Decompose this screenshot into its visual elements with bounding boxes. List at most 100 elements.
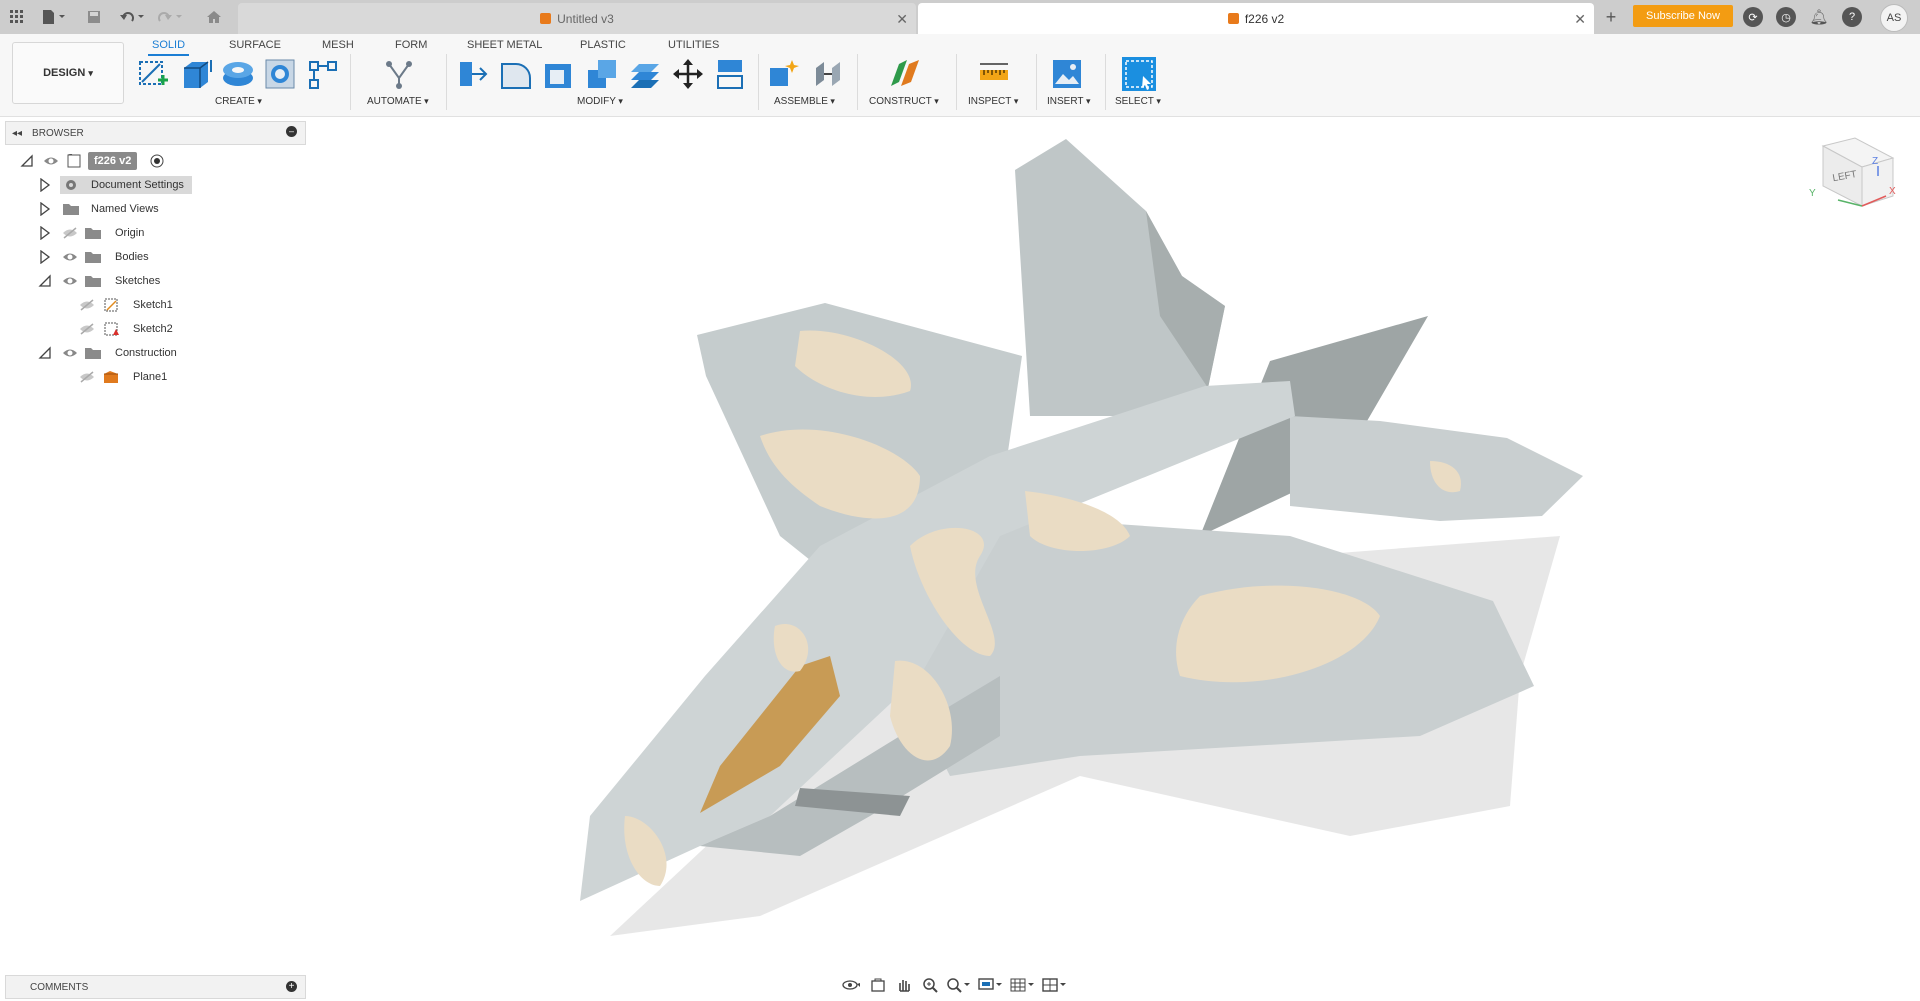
job-status-icon[interactable]: ◷ xyxy=(1776,7,1796,27)
document-tab-f226[interactable]: f226 v2 ✕ xyxy=(918,3,1594,34)
automate-menu[interactable]: AUTOMATE xyxy=(367,96,429,107)
pan-hand-icon[interactable] xyxy=(892,975,916,995)
save-icon[interactable] xyxy=(84,7,104,27)
combine-icon[interactable] xyxy=(584,56,620,92)
tree-node-plane1[interactable]: Plane1 xyxy=(76,367,276,387)
tab-solid[interactable]: SOLID xyxy=(148,36,190,56)
workspace-switcher[interactable]: DESIGN ▾ xyxy=(12,42,124,104)
tab-surface[interactable]: SURFACE xyxy=(225,36,285,54)
minimize-panel-icon[interactable]: – xyxy=(286,126,297,137)
collapse-panel-icon[interactable]: ◂◂ xyxy=(12,128,22,139)
display-settings-icon[interactable] xyxy=(976,975,1006,995)
measure-icon[interactable] xyxy=(976,56,1012,92)
tree-node-named-views[interactable]: Named Views xyxy=(38,199,238,219)
tree-node-origin[interactable]: Origin xyxy=(38,223,238,243)
visibility-eye-icon[interactable] xyxy=(62,275,78,287)
hole-icon[interactable] xyxy=(262,56,298,92)
move-icon[interactable] xyxy=(670,56,706,92)
tree-label: Bodies xyxy=(115,251,149,263)
hidden-eye-icon[interactable] xyxy=(79,299,95,311)
rectangular-pattern-icon[interactable] xyxy=(306,56,342,92)
joint-icon[interactable] xyxy=(810,56,846,92)
close-tab-icon[interactable]: ✕ xyxy=(1574,11,1586,28)
tab-utilities[interactable]: UTILITIES xyxy=(664,36,723,54)
collapse-arrow-icon[interactable] xyxy=(38,346,52,360)
look-at-icon[interactable] xyxy=(866,975,890,995)
fillet-icon[interactable] xyxy=(498,56,534,92)
subscribe-button[interactable]: Subscribe Now xyxy=(1633,5,1733,27)
notifications-icon[interactable]: 🔔︎ xyxy=(1809,7,1829,27)
tree-node-document-settings[interactable]: Document Settings xyxy=(38,175,238,195)
new-component-icon[interactable] xyxy=(766,56,802,92)
select-icon[interactable] xyxy=(1121,56,1157,92)
tab-plastic[interactable]: PLASTIC xyxy=(576,36,630,54)
canvas-viewport[interactable]: LEFT Y X Z xyxy=(0,116,1920,972)
tab-label: Untitled v3 xyxy=(557,11,614,26)
revolve-icon[interactable] xyxy=(220,56,256,92)
hidden-eye-icon[interactable] xyxy=(79,323,95,335)
browser-panel-header[interactable]: ◂◂ BROWSER – xyxy=(5,121,306,145)
assemble-menu[interactable]: ASSEMBLE xyxy=(774,96,835,107)
create-menu[interactable]: CREATE xyxy=(215,96,262,107)
browser-title: BROWSER xyxy=(32,127,84,139)
new-tab-icon[interactable]: + xyxy=(1600,7,1622,27)
close-tab-icon[interactable]: ✕ xyxy=(896,11,908,28)
separator xyxy=(446,54,447,110)
view-cube[interactable]: LEFT Y X Z xyxy=(1809,137,1896,207)
hidden-eye-icon[interactable] xyxy=(62,227,78,239)
extrude-icon[interactable] xyxy=(178,56,214,92)
user-avatar[interactable]: AS xyxy=(1880,4,1908,32)
expand-arrow-icon[interactable] xyxy=(38,178,52,192)
offset-plane-icon[interactable] xyxy=(887,56,923,92)
tree-node-sketches[interactable]: Sketches xyxy=(38,271,238,291)
file-menu-icon[interactable] xyxy=(38,7,70,27)
collapse-arrow-icon[interactable] xyxy=(20,154,34,168)
create-sketch-icon[interactable] xyxy=(136,56,172,92)
visibility-eye-icon[interactable] xyxy=(62,347,78,359)
document-tab-untitled[interactable]: Untitled v3 ✕ xyxy=(238,3,916,34)
insert-menu[interactable]: INSERT xyxy=(1047,96,1091,107)
visibility-eye-icon[interactable] xyxy=(43,155,59,167)
grid-snaps-icon[interactable] xyxy=(1008,975,1038,995)
orbit-icon[interactable] xyxy=(840,975,864,995)
select-menu[interactable]: SELECT xyxy=(1115,96,1161,107)
tree-node-bodies[interactable]: Bodies xyxy=(38,247,238,267)
expand-arrow-icon[interactable] xyxy=(38,226,52,240)
home-icon[interactable] xyxy=(202,7,226,27)
tree-node-sketch2[interactable]: Sketch2 xyxy=(76,319,276,339)
automate-icon[interactable] xyxy=(381,56,417,92)
tab-sheet-metal[interactable]: SHEET METAL xyxy=(463,36,546,54)
expand-arrow-icon[interactable] xyxy=(38,202,52,216)
viewports-icon[interactable] xyxy=(1040,975,1070,995)
tab-mesh[interactable]: MESH xyxy=(318,36,358,54)
grid-menu-icon[interactable] xyxy=(7,7,27,27)
tab-form[interactable]: FORM xyxy=(391,36,431,54)
align-icon[interactable] xyxy=(712,56,748,92)
undo-icon[interactable] xyxy=(116,7,150,27)
insert-image-icon[interactable] xyxy=(1049,56,1085,92)
construct-menu[interactable]: CONSTRUCT xyxy=(869,96,939,107)
inspect-menu[interactable]: INSPECT xyxy=(968,96,1018,107)
tree-node-sketch1[interactable]: Sketch1 xyxy=(76,295,276,315)
add-comment-icon[interactable]: + xyxy=(286,981,297,992)
visibility-eye-icon[interactable] xyxy=(62,251,78,263)
zoom-icon[interactable] xyxy=(918,975,942,995)
expand-arrow-icon[interactable] xyxy=(38,250,52,264)
tree-node-construction[interactable]: Construction xyxy=(38,343,238,363)
tree-node-root[interactable]: f226 v2 xyxy=(20,151,220,171)
shell-icon[interactable] xyxy=(541,56,577,92)
active-radio-icon[interactable] xyxy=(150,154,164,168)
press-pull-icon[interactable] xyxy=(454,56,490,92)
help-icon[interactable]: ? xyxy=(1842,7,1862,27)
comments-panel-header[interactable]: COMMENTS + xyxy=(5,975,306,999)
navigation-bar xyxy=(840,974,1080,996)
zoom-window-icon[interactable] xyxy=(944,975,974,995)
workspace-label: DESIGN xyxy=(43,67,86,79)
hidden-eye-icon[interactable] xyxy=(79,371,95,383)
collapse-arrow-icon[interactable] xyxy=(38,274,52,288)
separator xyxy=(1105,54,1106,110)
extensions-icon[interactable]: ⟳ xyxy=(1743,7,1763,27)
redo-icon[interactable] xyxy=(154,7,188,27)
modify-menu[interactable]: MODIFY xyxy=(577,96,623,107)
offset-face-icon[interactable] xyxy=(627,56,663,92)
